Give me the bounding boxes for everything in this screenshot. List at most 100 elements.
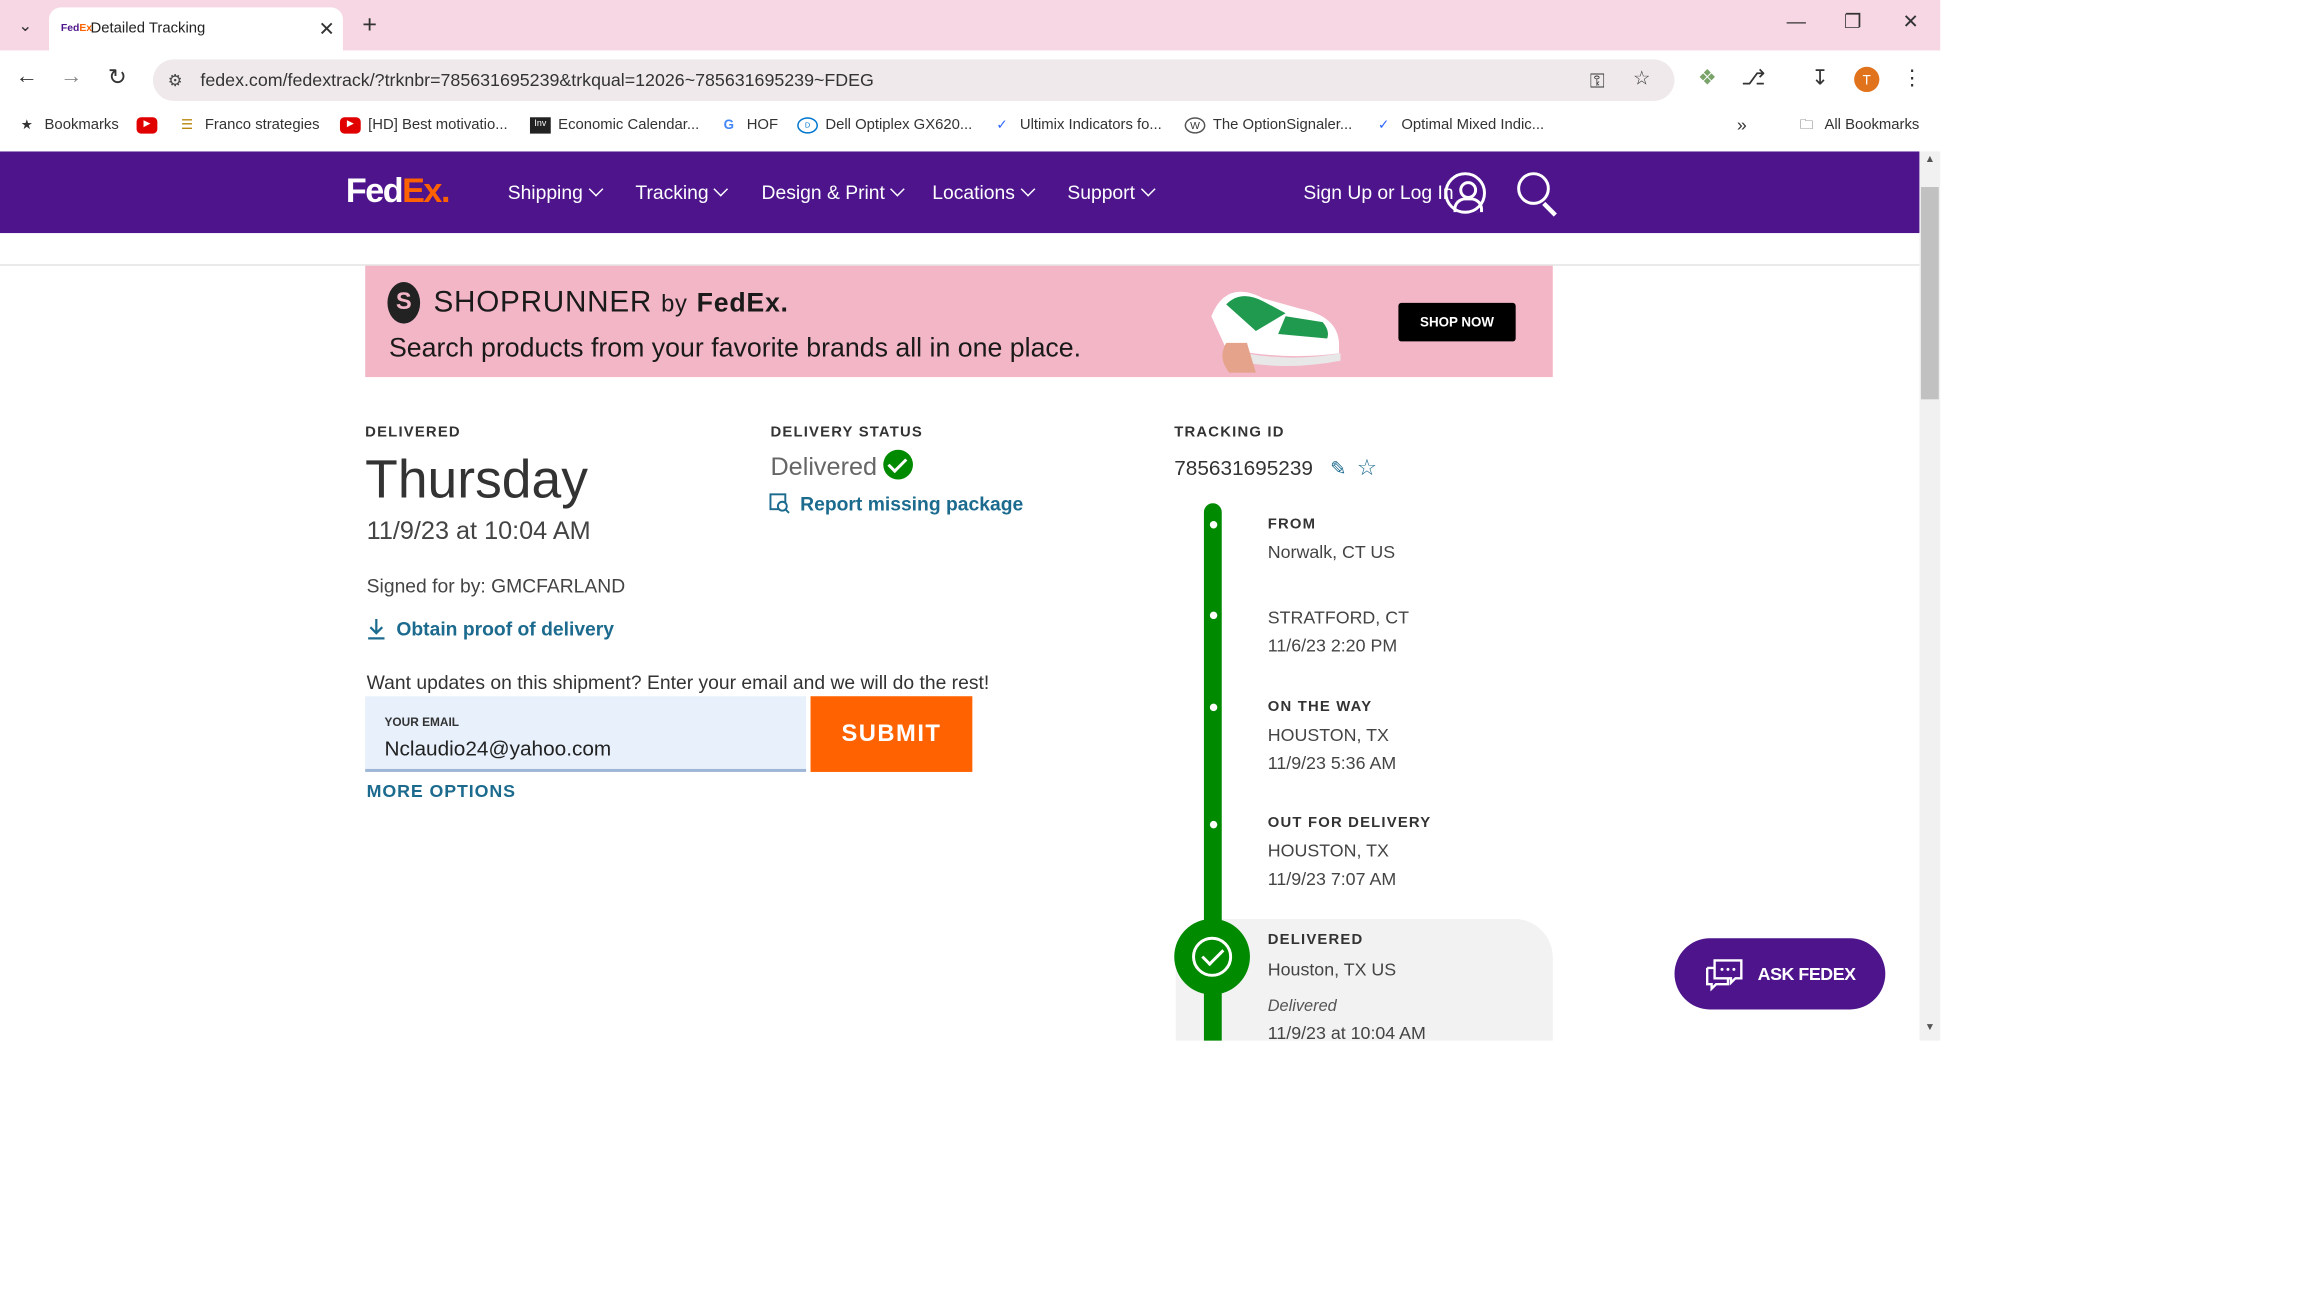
bookmarks-overflow-button[interactable]: » [1737, 114, 1747, 135]
extensions-puzzle-icon[interactable]: ⎇ [1738, 65, 1768, 90]
google-icon: G [723, 117, 735, 133]
bookmark-item[interactable]: ☰ Franco strategies [177, 117, 320, 133]
chevron-down-icon [890, 181, 905, 197]
timeline-dot [1209, 820, 1218, 829]
minimize-icon[interactable]: — [1781, 10, 1811, 32]
youtube-icon: ▶ [339, 117, 361, 134]
nav-design-print[interactable]: Design & Print [762, 181, 905, 203]
ask-fedex-label: ASK FEDEX [1757, 963, 1856, 985]
more-menu-icon[interactable]: ⋮ [1897, 65, 1927, 90]
shoprunner-bolt-icon: S [387, 282, 421, 324]
bookmark-item[interactable]: ▶ [HD] Best motivatio... [339, 117, 508, 134]
page-content: FedEx. Shipping Tracking Design & Print … [0, 151, 1920, 1041]
tracking-id-value: 785631695239 [1174, 455, 1313, 480]
sign-in-link[interactable]: Sign Up or Log In [1303, 181, 1453, 203]
forward-arrow-icon[interactable]: → [56, 64, 86, 89]
chevron-down-icon [1020, 181, 1035, 197]
bookmark-item[interactable]: D Dell Optiplex GX620... [797, 117, 972, 134]
submit-button[interactable]: SUBMIT [810, 696, 973, 772]
download-icon[interactable]: ↧ [1805, 65, 1835, 90]
user-account-icon[interactable] [1444, 172, 1486, 214]
tradingview-icon: ✓ [996, 117, 1008, 133]
more-options-link[interactable]: MORE OPTIONS [367, 781, 516, 802]
sneaker-image [1211, 291, 1341, 373]
event-title: ON THE WAY [1267, 699, 1373, 716]
bookmark-item[interactable]: ★ Bookmarks [16, 117, 119, 133]
bookmark-item[interactable]: G HOF [718, 117, 778, 133]
check-circle-icon [883, 449, 913, 480]
restore-icon[interactable]: ❐ [1838, 10, 1868, 34]
event-time: 11/9/23 5:36 AM [1267, 752, 1397, 774]
scroll-down-icon[interactable]: ▼ [1919, 1023, 1940, 1033]
email-value: Nclaudio24@yahoo.com [384, 736, 612, 761]
edit-pencil-icon[interactable]: ✎ [1330, 457, 1346, 481]
email-field[interactable]: YOUR EMAIL Nclaudio24@yahoo.com [365, 696, 807, 772]
timeline-dot [1209, 611, 1218, 620]
event-title: OUT FOR DELIVERY [1267, 814, 1432, 832]
scrollbar-thumb[interactable] [1920, 187, 1939, 400]
bookmark-item[interactable]: W The OptionSignaler... [1184, 117, 1352, 134]
event-time: 11/9/23 7:07 AM [1267, 868, 1397, 890]
delivery-status-value: Delivered [770, 452, 878, 481]
nav-support[interactable]: Support [1067, 181, 1155, 203]
tab-close-icon[interactable]: ✕ [310, 17, 343, 41]
nav-shipping[interactable]: Shipping [508, 181, 603, 203]
signed-for: Signed for by: GMCFARLAND [366, 574, 626, 597]
bookmark-item[interactable]: Inv Economic Calendar... [529, 117, 699, 134]
delivered-label: DELIVERED [365, 424, 461, 441]
event-location: HOUSTON, TX [1267, 724, 1389, 746]
back-arrow-icon[interactable]: ← [12, 64, 42, 89]
event-time: 11/9/23 at 10:04 AM [1267, 1022, 1426, 1041]
site-info-icon[interactable]: ⚙ [168, 71, 195, 90]
browser-toolbar: ← → ↻ ⚙ fedex.com/fedextrack/?trknbr=785… [0, 50, 1941, 107]
fedex-logo[interactable]: FedEx. [346, 171, 451, 211]
address-bar[interactable]: ⚙ fedex.com/fedextrack/?trknbr=785631695… [152, 59, 1675, 101]
wordpress-icon: W [1184, 117, 1206, 134]
tab-search-icon[interactable]: ⌄ [10, 12, 40, 39]
reload-icon[interactable]: ↻ [102, 64, 132, 90]
tab-detailed-tracking[interactable]: FedEx Detailed Tracking ✕ [48, 7, 343, 51]
extension-leaf-icon[interactable]: ❖ [1692, 65, 1722, 90]
fedex-header: FedEx. Shipping Tracking Design & Print … [0, 151, 1920, 234]
bookmark-item[interactable]: ✓ Optimal Mixed Indic... [1373, 117, 1544, 133]
close-window-icon[interactable]: ✕ [1896, 10, 1926, 34]
chevron-down-icon [588, 181, 603, 197]
fedex-favicon-icon: FedEx [60, 23, 93, 35]
folder-icon: 🗀 [1799, 117, 1814, 133]
delivered-check-icon [1174, 918, 1250, 995]
shop-now-button[interactable]: SHOP NOW [1398, 302, 1516, 342]
profile-avatar[interactable]: T [1854, 66, 1880, 93]
nav-locations[interactable]: Locations [932, 181, 1035, 203]
address-url: fedex.com/fedextrack/?trknbr=78563169523… [200, 69, 874, 91]
scroll-up-icon[interactable]: ▲ [1919, 154, 1940, 164]
chevron-down-icon [713, 181, 729, 197]
report-missing-package-link[interactable]: Report missing package [800, 493, 1023, 515]
bookmark-item[interactable]: ✓ Ultimix Indicators fo... [992, 117, 1161, 133]
all-bookmarks-button[interactable]: 🗀 All Bookmarks [1796, 117, 1919, 133]
new-tab-icon[interactable]: + [356, 10, 383, 40]
banner-brand: SHOPRUNNER by FedEx. [433, 286, 789, 320]
layers-icon: ☰ [181, 117, 194, 133]
chat-bubbles-icon [1705, 959, 1743, 992]
proof-of-delivery-link[interactable]: Obtain proof of delivery [396, 618, 614, 640]
nav-tracking[interactable]: Tracking [635, 181, 729, 203]
password-key-icon[interactable]: ⚿ [1590, 70, 1605, 94]
email-label: YOUR EMAIL [384, 715, 460, 729]
shoprunner-ad-banner[interactable]: S SHOPRUNNER by FedEx. Search products f… [365, 265, 1553, 378]
report-package-icon [769, 493, 790, 514]
download-icon [368, 619, 385, 640]
star-icon: ★ [20, 117, 33, 133]
favorite-star-icon[interactable]: ☆ [1357, 454, 1377, 481]
bookmark-star-icon[interactable]: ☆ [1633, 67, 1650, 91]
event-location: HOUSTON, TX [1267, 840, 1389, 862]
investing-icon: Inv [529, 117, 551, 134]
ask-fedex-chat-button[interactable]: ASK FEDEX [1674, 938, 1886, 1010]
timeline-dot [1209, 521, 1218, 529]
event-note: Delivered [1267, 997, 1337, 1016]
search-icon[interactable] [1517, 172, 1550, 205]
event-location: Norwalk, CT US [1267, 541, 1396, 563]
banner-tagline: Search products from your favorite brand… [388, 332, 1082, 363]
chevron-down-icon [1140, 181, 1155, 197]
bookmark-item[interactable]: ▶ [136, 117, 165, 134]
tab-strip: ⌄ FedEx Detailed Tracking ✕ + — ❐ ✕ [0, 0, 1941, 51]
